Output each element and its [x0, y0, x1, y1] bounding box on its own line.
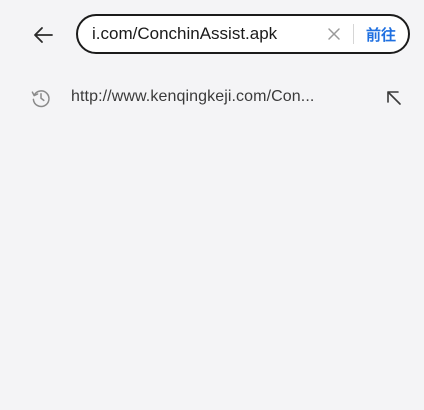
arrow-left-icon	[34, 27, 53, 43]
suggestion-item[interactable]: http://www.kenqingkeji.com/Con...	[0, 78, 424, 118]
suggestion-url-text: http://www.kenqingkeji.com/Con...	[71, 88, 315, 105]
url-input[interactable]	[92, 16, 317, 52]
back-button[interactable]	[28, 20, 58, 50]
arrow-up-left-icon	[387, 91, 401, 105]
page-background	[0, 0, 424, 410]
history-clock-icon	[31, 90, 50, 108]
fill-suggestion-button[interactable]	[382, 86, 406, 110]
url-bar-divider	[352, 24, 354, 44]
clear-url-button[interactable]	[321, 21, 347, 47]
close-icon	[328, 28, 340, 40]
address-bar[interactable]: 前往	[76, 14, 410, 54]
go-button[interactable]: 前往	[364, 20, 398, 49]
